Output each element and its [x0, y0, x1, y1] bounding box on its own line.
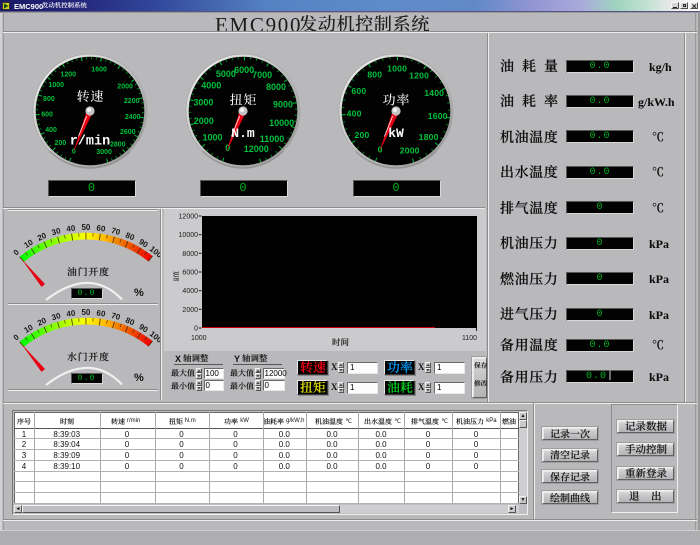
svg-text:kW: kW	[388, 126, 404, 141]
svg-text:1000: 1000	[387, 64, 407, 74]
svg-text:9000: 9000	[273, 99, 293, 109]
svg-text:11000: 11000	[260, 134, 285, 144]
svg-text:2200: 2200	[124, 98, 140, 105]
svg-text:8000: 8000	[266, 82, 286, 92]
svg-text:400: 400	[45, 127, 57, 134]
svg-text:800: 800	[43, 96, 55, 103]
svg-text:0: 0	[12, 332, 22, 342]
svg-text:1000: 1000	[202, 132, 222, 142]
svg-text:1600: 1600	[428, 111, 448, 121]
svg-text:6000: 6000	[182, 270, 198, 277]
svg-text:0: 0	[194, 326, 198, 333]
svg-text:70: 70	[110, 311, 121, 322]
svg-text:40: 40	[66, 223, 77, 233]
svg-text:12000: 12000	[179, 214, 199, 221]
svg-text:60: 60	[96, 308, 107, 318]
svg-text:2600: 2600	[120, 129, 136, 136]
svg-text:600: 600	[351, 86, 366, 96]
svg-text:40: 40	[66, 308, 77, 318]
svg-text:3000: 3000	[96, 149, 112, 156]
svg-text:3000: 3000	[193, 97, 213, 107]
svg-text:400: 400	[347, 109, 362, 119]
svg-text:800: 800	[367, 69, 382, 79]
svg-text:1100: 1100	[462, 335, 477, 342]
svg-text:1800: 1800	[419, 132, 439, 142]
svg-text:10000: 10000	[179, 232, 199, 239]
svg-text:4000: 4000	[182, 288, 198, 295]
svg-text:1400: 1400	[424, 88, 444, 98]
svg-text:12000: 12000	[244, 144, 269, 154]
svg-text:4000: 4000	[201, 80, 221, 90]
svg-text:2000: 2000	[182, 307, 198, 314]
svg-text:200: 200	[55, 140, 67, 147]
svg-text:r/min: r/min	[70, 135, 111, 150]
svg-text:30: 30	[51, 226, 63, 237]
svg-text:60: 60	[96, 223, 107, 233]
svg-text:10000: 10000	[269, 118, 294, 128]
svg-text:70: 70	[110, 226, 121, 237]
svg-text:2400: 2400	[125, 114, 141, 121]
svg-text:7000: 7000	[252, 70, 272, 80]
svg-text:50: 50	[81, 223, 90, 232]
svg-text:1600: 1600	[91, 67, 107, 74]
svg-text:N.m: N.m	[231, 126, 255, 141]
svg-text:200: 200	[355, 130, 370, 140]
svg-text:8000: 8000	[182, 251, 198, 258]
svg-text:2800: 2800	[110, 141, 126, 148]
svg-text:1000: 1000	[191, 335, 207, 342]
svg-text:2000: 2000	[194, 116, 214, 126]
svg-text:2000: 2000	[400, 145, 420, 155]
svg-text:30: 30	[51, 311, 63, 322]
svg-text:1200: 1200	[409, 71, 429, 81]
svg-text:1200: 1200	[61, 72, 77, 79]
svg-text:1000: 1000	[49, 82, 65, 89]
svg-text:0: 0	[12, 247, 22, 257]
svg-text:5000: 5000	[216, 69, 236, 79]
svg-text:2000: 2000	[117, 84, 133, 91]
svg-text:600: 600	[41, 112, 53, 119]
svg-text:50: 50	[81, 308, 90, 317]
